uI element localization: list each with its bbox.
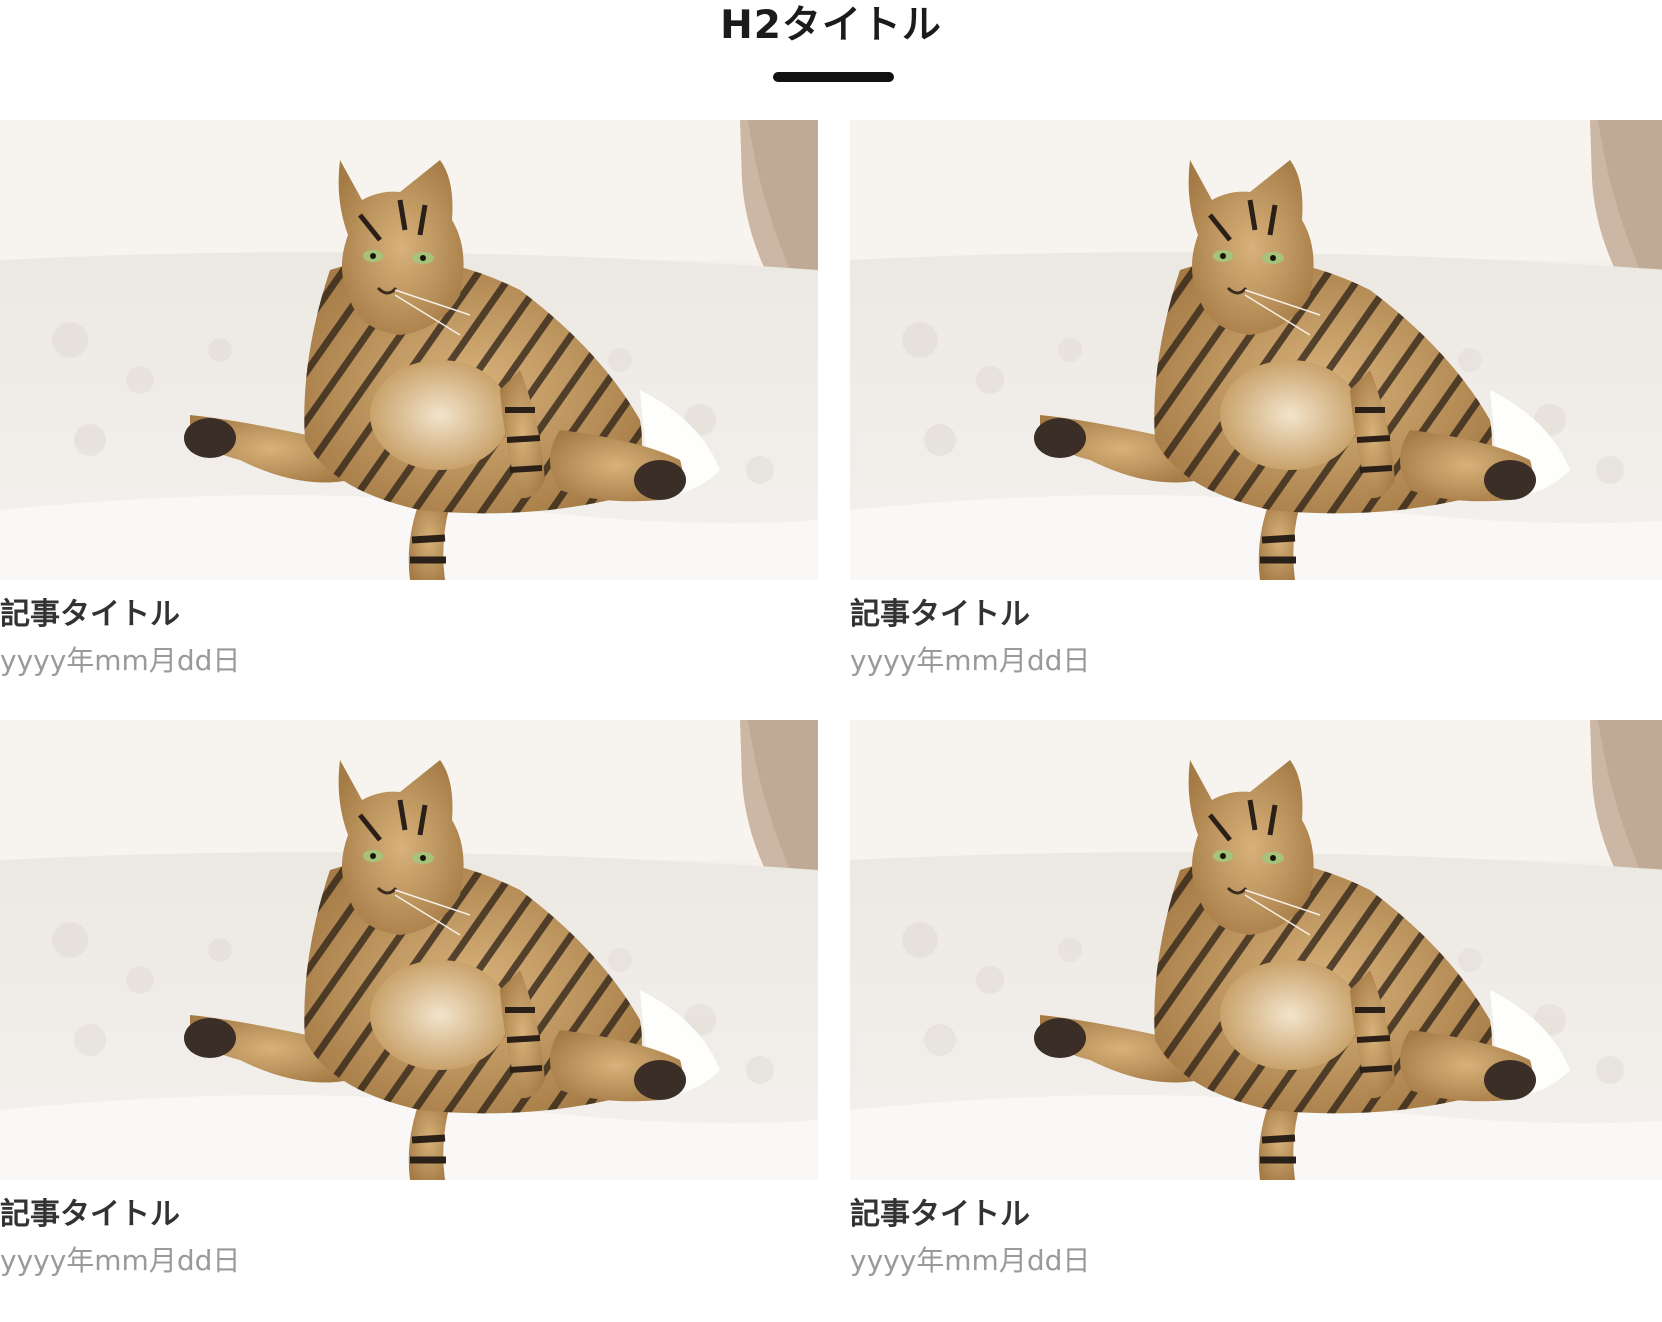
article-thumbnail[interactable] — [0, 120, 818, 580]
article-date: yyyy年mm月dd日 — [850, 1244, 1091, 1277]
section-title: H2タイトル — [720, 3, 942, 48]
article-title[interactable]: 記事タイトル — [0, 1195, 180, 1235]
cat-photo — [0, 120, 818, 580]
article-thumbnail[interactable] — [850, 720, 1662, 1180]
article-date: yyyy年mm月dd日 — [0, 1244, 241, 1277]
article-title[interactable]: 記事タイトル — [0, 595, 180, 635]
article-title[interactable]: 記事タイトル — [850, 1195, 1030, 1235]
article-thumbnail[interactable] — [0, 720, 818, 1180]
article-thumbnail[interactable] — [850, 120, 1662, 580]
article-date: yyyy年mm月dd日 — [0, 644, 241, 677]
title-underline — [773, 72, 894, 82]
cat-photo — [850, 120, 1662, 580]
article-title[interactable]: 記事タイトル — [850, 595, 1030, 635]
article-date: yyyy年mm月dd日 — [850, 644, 1091, 677]
cat-photo — [850, 720, 1662, 1180]
cat-photo — [0, 720, 818, 1180]
section-header: H2タイトル — [0, 0, 1662, 110]
